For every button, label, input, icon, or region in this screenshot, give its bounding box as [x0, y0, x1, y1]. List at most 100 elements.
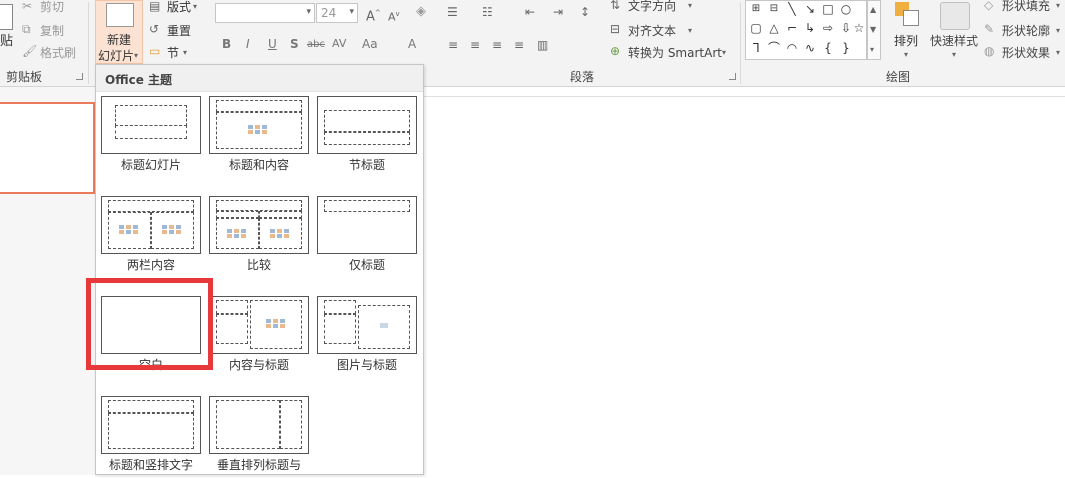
layout-vertical-title-text[interactable]: 垂直排列标题与	[209, 396, 309, 478]
freeform-shape-icon[interactable]: ᒣ	[749, 41, 763, 55]
increase-indent-icon[interactable]: ⇥	[553, 5, 563, 19]
layout-picture-with-caption[interactable]: 图片与标题	[317, 296, 417, 378]
slide-thumbnail[interactable]	[0, 102, 95, 194]
new-slide-label-2: 幻灯片	[98, 49, 135, 63]
font-name-combo[interactable]: ▾	[215, 3, 315, 23]
shape-fill-button[interactable]: ◇ 形状填充 ▾	[984, 0, 1065, 16]
brush-icon: 🖌	[22, 44, 38, 58]
slide-editor[interactable]	[424, 87, 1065, 475]
decrease-font-icon[interactable]: Av	[388, 7, 400, 25]
paint-bucket-icon: ◇	[984, 0, 994, 12]
font-size-combo[interactable]: 24 ▾	[316, 3, 358, 23]
align-left-icon[interactable]: ≡	[448, 38, 458, 52]
layout-content-with-caption[interactable]: 内容与标题	[209, 296, 309, 378]
format-painter-button[interactable]: 🖌 格式刷	[22, 44, 82, 60]
shapes-gallery[interactable]: ⊞ ⊟ ╲ ↘ □ ○ ▢ △ ⌐ ↳ ⇨ ⇩ ☆ ᒣ ⌒ ◠ ∿ { }	[745, 0, 867, 60]
shadow-button[interactable]: S	[290, 37, 299, 51]
underline-button[interactable]: U	[268, 37, 277, 51]
italic-button[interactable]: I	[246, 37, 250, 51]
shape-fill-label: 形状填充	[1002, 0, 1051, 13]
right-arrow-shape-icon[interactable]: ⇨	[821, 21, 835, 35]
star-shape-icon[interactable]: ☆	[852, 21, 866, 35]
shape-outline-button[interactable]: ✎ 形状轮廓 ▾	[984, 22, 1065, 38]
oval-shape-icon[interactable]: ○	[839, 2, 853, 16]
curve-shape-icon[interactable]: ⌒	[767, 41, 781, 55]
bold-button[interactable]: B	[222, 37, 231, 51]
triangle-shape-icon[interactable]: △	[767, 21, 781, 35]
layout-title-slide[interactable]: 标题幻灯片	[101, 96, 201, 178]
line-shape-icon[interactable]: ╲	[785, 2, 799, 16]
placeholder	[216, 211, 259, 218]
new-slide-button[interactable]: 新建 幻灯片 ▾	[95, 0, 143, 64]
decrease-indent-icon[interactable]: ⇤	[525, 5, 535, 19]
drawing-group-label: 绘图	[886, 70, 911, 84]
effects-icon: ◍	[984, 44, 995, 58]
numbering-icon[interactable]: ☷	[482, 5, 493, 19]
rectangle-shape-icon[interactable]: □	[821, 2, 835, 16]
placeholder	[216, 100, 302, 112]
reset-button[interactable]: ↺ 重置	[149, 22, 201, 38]
convert-smartart-button[interactable]: ⊕ 转换为 SmartArt ▾	[610, 44, 735, 60]
reset-icon: ↺	[149, 22, 160, 36]
arrange-button[interactable]: 排列 ▾	[889, 0, 927, 64]
bullets-icon[interactable]: ☰	[447, 5, 458, 19]
layout-title-vertical-text[interactable]: 标题和竖排文字	[101, 396, 201, 478]
content-icons	[119, 225, 139, 235]
char-spacing-button[interactable]: AV	[332, 37, 346, 51]
layout-title-content[interactable]: 标题和内容	[209, 96, 309, 178]
clipboard-group-label: 剪贴板	[6, 70, 43, 84]
clear-format-icon[interactable]: ◈	[416, 5, 426, 19]
left-brace-shape-icon[interactable]: {	[821, 41, 835, 55]
align-center-icon[interactable]: ≡	[470, 38, 480, 52]
align-right-icon[interactable]: ≡	[492, 38, 502, 52]
change-case-button[interactable]: Aa	[362, 37, 378, 51]
layout-label: 仅标题	[348, 258, 385, 272]
layout-section-header[interactable]: 节标题	[317, 96, 417, 178]
convert-smartart-label: 转换为 SmartArt	[628, 46, 722, 60]
font-size-value: 24	[321, 6, 337, 20]
shape-effects-label: 形状效果	[1002, 46, 1051, 60]
paragraph-launcher-icon[interactable]	[729, 73, 736, 80]
line-spacing-icon[interactable]: ↕	[580, 5, 590, 19]
placeholder	[216, 200, 302, 211]
chevron-down-icon: ▾	[952, 50, 957, 59]
chevron-down-icon: ▾	[193, 2, 198, 11]
strikethrough-button[interactable]: abc	[307, 38, 325, 52]
arc-shape-icon[interactable]: ◠	[785, 41, 799, 55]
layout-label: 标题和竖排文字	[108, 458, 193, 472]
layout-title-only[interactable]: 仅标题	[317, 196, 417, 278]
layout-two-content[interactable]: 两栏内容	[101, 196, 201, 278]
quick-styles-button[interactable]: 快速样式 ▾	[928, 0, 982, 64]
layout-comparison[interactable]: 比较	[209, 196, 309, 278]
textbox-shape-icon[interactable]: ⊞	[749, 2, 763, 16]
increase-font-icon[interactable]: A^	[366, 6, 381, 24]
placeholder	[108, 400, 194, 413]
elbow-connector-shape-icon[interactable]: ⌐	[785, 21, 799, 35]
down-arrow-shape-icon[interactable]: ⇩	[839, 21, 853, 35]
copy-button[interactable]: ⧉ 复制	[22, 22, 72, 38]
paste-button[interactable]: 贴	[0, 0, 16, 66]
chevron-down-icon: ▾	[688, 26, 693, 35]
shape-outline-label: 形状轮廓	[1002, 24, 1051, 38]
rounded-rect-shape-icon[interactable]: ▢	[749, 21, 763, 35]
shapes-gallery-scroll[interactable]: ▲ ▼ ▾	[867, 0, 881, 60]
vertical-textbox-shape-icon[interactable]: ⊟	[767, 2, 781, 16]
align-text-button[interactable]: ⊟ 对齐文本 ▾	[610, 22, 700, 38]
arrow-line-shape-icon[interactable]: ↘	[803, 2, 817, 16]
text-direction-button[interactable]: ⇅ 文字方向 ▾	[610, 0, 700, 16]
elbow-arrow-shape-icon[interactable]: ↳	[803, 21, 817, 35]
shape-effects-button[interactable]: ◍ 形状效果 ▾	[984, 44, 1065, 60]
layout-button[interactable]: ▤ 版式 ▾	[149, 0, 201, 16]
right-brace-shape-icon[interactable]: }	[839, 41, 853, 55]
columns-icon[interactable]: ▥	[537, 38, 548, 52]
content-icons	[266, 319, 286, 329]
chevron-down-icon: ▾	[904, 50, 909, 59]
clipboard-launcher-icon[interactable]	[76, 73, 83, 80]
section-button[interactable]: ▭ 节 ▾	[149, 44, 201, 60]
wave-shape-icon[interactable]: ∿	[803, 41, 817, 55]
font-color-button[interactable]: A	[408, 37, 416, 51]
more-icon: ▾	[870, 45, 875, 54]
quick-styles-icon	[940, 2, 970, 30]
cut-button[interactable]: ✂ 剪切	[22, 0, 72, 16]
justify-icon[interactable]: ≡	[514, 38, 524, 52]
